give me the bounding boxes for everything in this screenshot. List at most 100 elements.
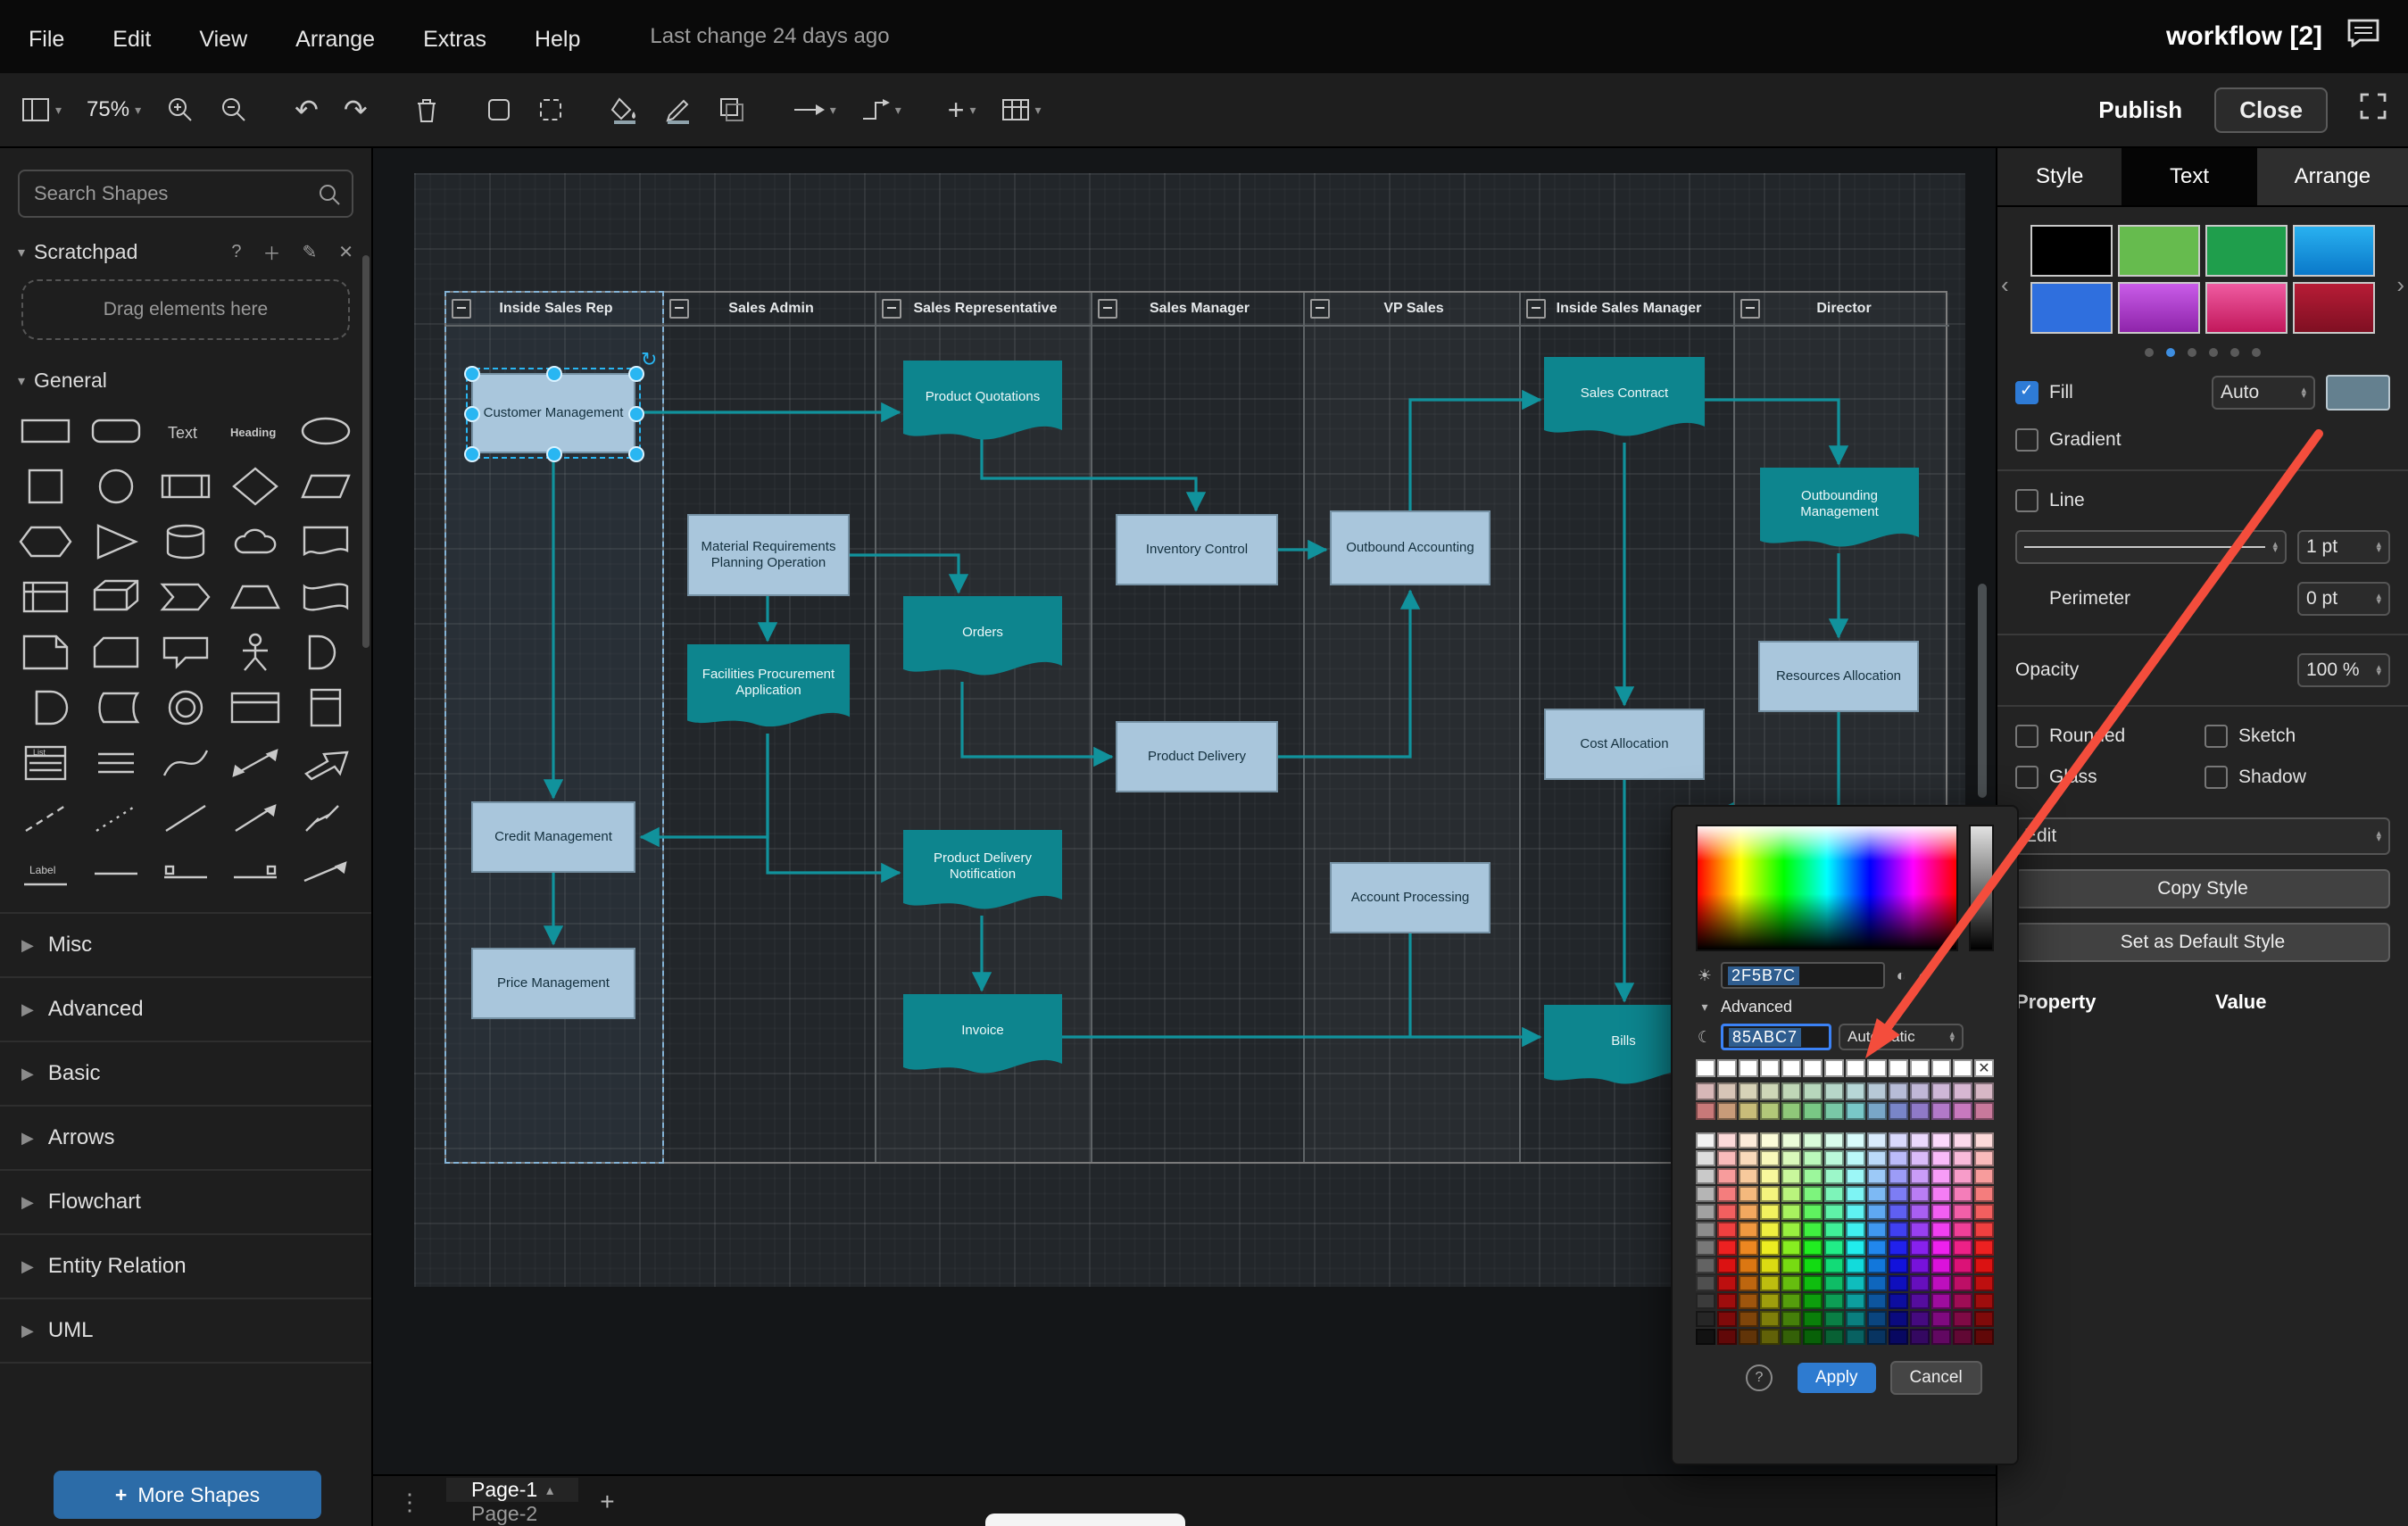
grid-color[interactable] (1696, 1240, 1715, 1256)
grid-color[interactable] (1846, 1132, 1865, 1149)
grid-color[interactable] (1867, 1168, 1887, 1184)
swatch-prev-icon[interactable]: ‹ (2001, 271, 2009, 299)
muted-color[interactable] (1781, 1102, 1801, 1120)
zoom-level-dropdown[interactable]: 75%▾ (87, 97, 141, 122)
node-orders[interactable]: Orders (903, 596, 1062, 682)
grid-color[interactable] (1696, 1204, 1715, 1220)
grid-color[interactable] (1739, 1275, 1758, 1291)
grid-color[interactable] (1931, 1329, 1951, 1345)
shape-vertical-container[interactable] (291, 680, 361, 735)
waypoint-style-button[interactable]: ▾ (861, 97, 901, 122)
grid-color[interactable] (1889, 1186, 1908, 1202)
preset-color[interactable] (1696, 1059, 1715, 1077)
copy-style-button[interactable]: Copy Style (2015, 869, 2390, 908)
node-facilities-procurement[interactable]: Facilities Procurement Application (687, 644, 850, 734)
grid-color[interactable] (1717, 1311, 1737, 1327)
muted-color[interactable] (1760, 1102, 1780, 1120)
publish-button[interactable]: Publish (2098, 96, 2182, 124)
muted-color[interactable] (1931, 1082, 1951, 1100)
grid-color[interactable] (1867, 1311, 1887, 1327)
grid-color[interactable] (1739, 1240, 1758, 1256)
grid-color[interactable] (1696, 1222, 1715, 1238)
shape-heading[interactable]: Heading (220, 403, 290, 459)
grid-color[interactable] (1974, 1275, 1994, 1291)
scratchpad-drop-area[interactable]: Drag elements here (21, 279, 350, 340)
swatch-page-dot-5[interactable] (2252, 348, 2261, 357)
grid-color[interactable] (1974, 1222, 1994, 1238)
shape-cloud[interactable] (220, 514, 290, 569)
muted-color[interactable] (1717, 1082, 1737, 1100)
grid-color[interactable] (1781, 1204, 1801, 1220)
preset-color[interactable] (1803, 1059, 1823, 1077)
grid-color[interactable] (1974, 1186, 1994, 1202)
selection-handle[interactable] (546, 446, 562, 462)
grid-color[interactable] (1803, 1222, 1823, 1238)
grid-color[interactable] (1953, 1293, 1972, 1309)
insert-button[interactable]: +▾ (948, 95, 976, 124)
menu-help[interactable]: Help (535, 27, 580, 52)
copy-style-icon[interactable] (486, 96, 512, 123)
grid-color[interactable] (1803, 1132, 1823, 1149)
grid-color[interactable] (1931, 1275, 1951, 1291)
eyedropper-icon[interactable] (1917, 965, 1935, 987)
grid-color[interactable] (1781, 1132, 1801, 1149)
grid-color[interactable] (1910, 1311, 1930, 1327)
style-swatch-0[interactable] (2030, 225, 2113, 277)
close-button[interactable]: Close (2214, 87, 2328, 133)
contrast-icon[interactable]: ◐ (1892, 966, 1910, 985)
grid-color[interactable] (1803, 1293, 1823, 1309)
grid-color[interactable] (1846, 1275, 1865, 1291)
node-resources-allocation[interactable]: Resources Allocation (1758, 641, 1919, 712)
grid-color[interactable] (1974, 1311, 1994, 1327)
shape-container[interactable] (220, 680, 290, 735)
shape-circle[interactable] (80, 459, 150, 514)
line-style-dropdown[interactable]: ▴▾ (2015, 530, 2287, 564)
grid-color[interactable] (1717, 1186, 1737, 1202)
grid-color[interactable] (1717, 1204, 1737, 1220)
grid-color[interactable] (1824, 1186, 1844, 1202)
grid-color[interactable] (1867, 1240, 1887, 1256)
grid-color[interactable] (1803, 1204, 1823, 1220)
advanced-label[interactable]: Advanced (1721, 998, 1792, 1016)
sketch-checkbox[interactable] (2205, 725, 2228, 748)
shape-line[interactable] (151, 791, 220, 846)
grid-color[interactable] (1739, 1168, 1758, 1184)
tab-text[interactable]: Text (2122, 148, 2256, 205)
section-advanced[interactable]: ▶Advanced (0, 978, 371, 1042)
shape-square[interactable] (11, 459, 80, 514)
grid-color[interactable] (1910, 1168, 1930, 1184)
grid-color[interactable] (1760, 1275, 1780, 1291)
shape-curve[interactable] (151, 735, 220, 791)
perimeter-stepper[interactable]: 0 pt▴▾ (2297, 582, 2390, 616)
grid-color[interactable] (1910, 1150, 1930, 1166)
grid-color[interactable] (1846, 1204, 1865, 1220)
preset-color[interactable] (1717, 1059, 1737, 1077)
selection-handle[interactable] (464, 446, 480, 462)
edit-icon[interactable]: ✎ (302, 241, 317, 263)
grid-color[interactable] (1846, 1150, 1865, 1166)
grid-color[interactable] (1760, 1186, 1780, 1202)
grid-color[interactable] (1953, 1222, 1972, 1238)
gradient-checkbox[interactable] (2015, 428, 2038, 452)
fill-color-swatch[interactable] (2326, 375, 2390, 411)
muted-color[interactable] (1696, 1082, 1715, 1100)
grid-color[interactable] (1910, 1222, 1930, 1238)
shape-list[interactable]: List (11, 735, 80, 791)
grid-color[interactable] (1889, 1275, 1908, 1291)
grid-color[interactable] (1696, 1168, 1715, 1184)
grid-color[interactable] (1974, 1240, 1994, 1256)
grid-color[interactable] (1931, 1240, 1951, 1256)
muted-color[interactable] (1846, 1102, 1865, 1120)
grid-color[interactable] (1931, 1168, 1951, 1184)
connection-style-button[interactable]: ▾ (793, 99, 836, 120)
grid-color[interactable] (1910, 1275, 1930, 1291)
grid-color[interactable] (1696, 1150, 1715, 1166)
node-sales-contract[interactable]: Sales Contract (1544, 357, 1705, 443)
color-gradient-area[interactable] (1696, 825, 1958, 951)
selection-handle[interactable] (464, 406, 480, 422)
grid-color[interactable] (1781, 1329, 1801, 1345)
grid-color[interactable] (1760, 1329, 1780, 1345)
shape-document[interactable] (291, 514, 361, 569)
search-input[interactable] (18, 170, 353, 218)
selection-handle[interactable] (628, 406, 644, 422)
